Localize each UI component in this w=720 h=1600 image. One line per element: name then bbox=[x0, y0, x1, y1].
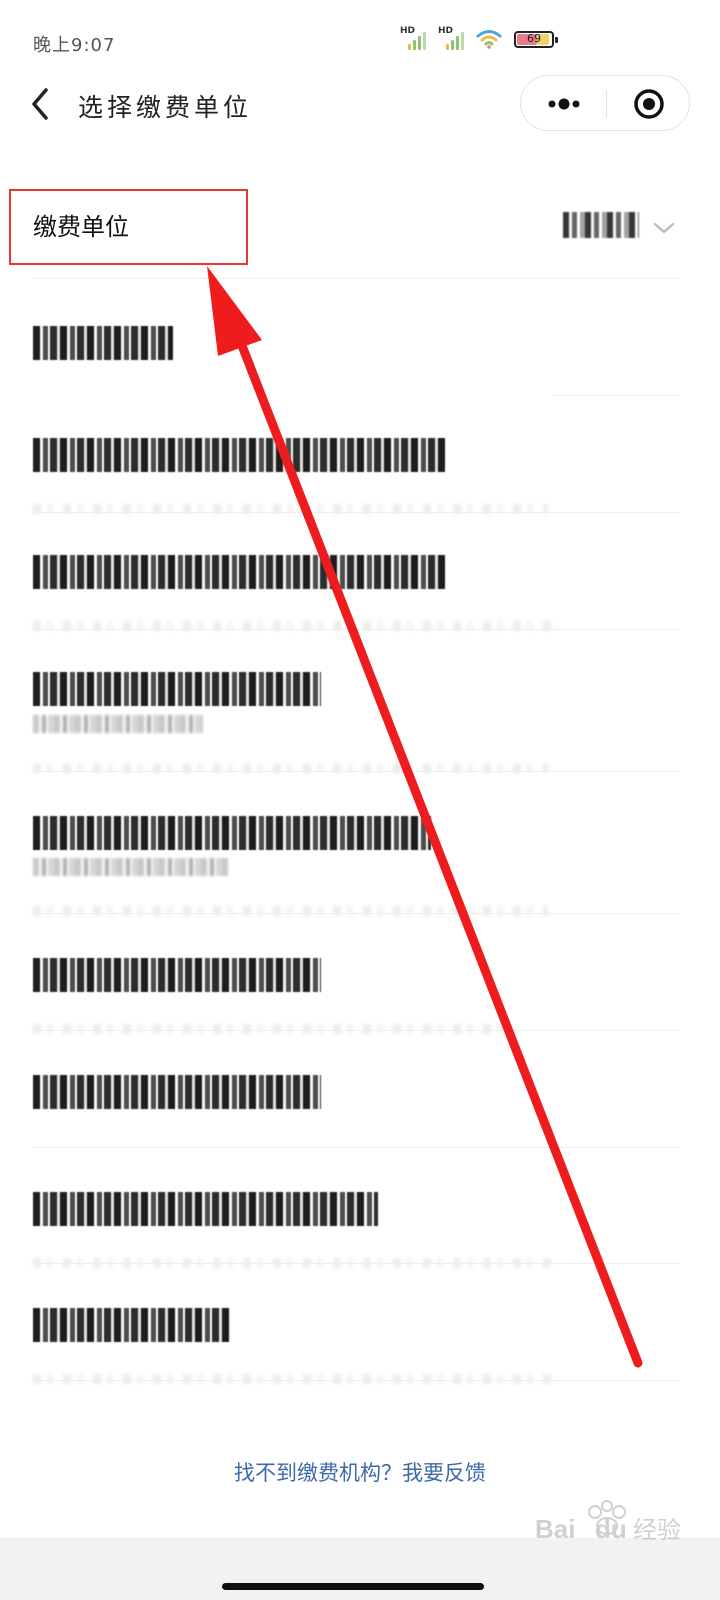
list-item[interactable] bbox=[0, 1031, 720, 1146]
list-item[interactable] bbox=[0, 772, 720, 916]
list-item-title-redacted bbox=[33, 1308, 231, 1342]
battery-level: 69 bbox=[527, 31, 541, 45]
list-item-title-redacted bbox=[33, 555, 445, 589]
list-item-title-redacted bbox=[33, 816, 431, 850]
list-item-sub-redacted bbox=[33, 858, 228, 876]
filter-value-redacted[interactable] bbox=[563, 212, 639, 238]
divider bbox=[33, 278, 680, 279]
list-item[interactable] bbox=[0, 630, 720, 773]
list-item[interactable] bbox=[0, 513, 720, 631]
list-item-title-redacted bbox=[33, 672, 321, 706]
watermark-logo: Bai du 经验 bbox=[535, 1500, 681, 1544]
home-indicator[interactable] bbox=[222, 1583, 484, 1590]
list-item[interactable] bbox=[0, 1148, 720, 1268]
capsule-divider bbox=[606, 90, 607, 118]
status-icons: HD HD 69 bbox=[400, 26, 558, 50]
list-item[interactable] bbox=[0, 396, 720, 514]
list-item[interactable] bbox=[0, 1264, 720, 1384]
status-time: 晚上9:07 bbox=[33, 35, 116, 56]
feedback-link[interactable]: 找不到缴费机构？我要反馈 bbox=[0, 1457, 720, 1487]
page: 晚上9:07 HD HD 69 选择缴费单位 缴费单位 找不到缴费机构？我要反馈… bbox=[0, 0, 720, 1600]
signal-icon: HD bbox=[400, 26, 430, 50]
back-arrow-icon[interactable] bbox=[24, 82, 64, 126]
wifi-icon bbox=[476, 30, 502, 49]
list-item-sub-redacted bbox=[33, 715, 203, 733]
svg-text:经验: 经验 bbox=[633, 1516, 681, 1544]
svg-text:du: du bbox=[595, 1514, 627, 1544]
battery-icon: 69 bbox=[514, 30, 558, 48]
list-item-title-redacted bbox=[33, 958, 321, 992]
chevron-down-icon[interactable] bbox=[652, 220, 676, 236]
more-icon[interactable] bbox=[545, 76, 583, 132]
list-item[interactable] bbox=[0, 914, 720, 1034]
list-item-title-redacted bbox=[33, 326, 173, 360]
annotation-highlight-box bbox=[9, 189, 248, 265]
mini-program-capsule bbox=[520, 75, 690, 131]
list-item-sub-redacted bbox=[33, 1374, 553, 1384]
list-item-title-redacted bbox=[33, 1075, 321, 1109]
svg-text:Bai: Bai bbox=[535, 1514, 575, 1544]
signal-icon: HD bbox=[438, 26, 468, 50]
list-item-title-redacted bbox=[33, 1192, 378, 1226]
target-close-icon[interactable] bbox=[633, 88, 665, 120]
page-title: 选择缴费单位 bbox=[78, 93, 253, 122]
list-item[interactable] bbox=[0, 280, 720, 395]
list-item-title-redacted bbox=[33, 438, 445, 472]
divider bbox=[33, 1380, 680, 1381]
